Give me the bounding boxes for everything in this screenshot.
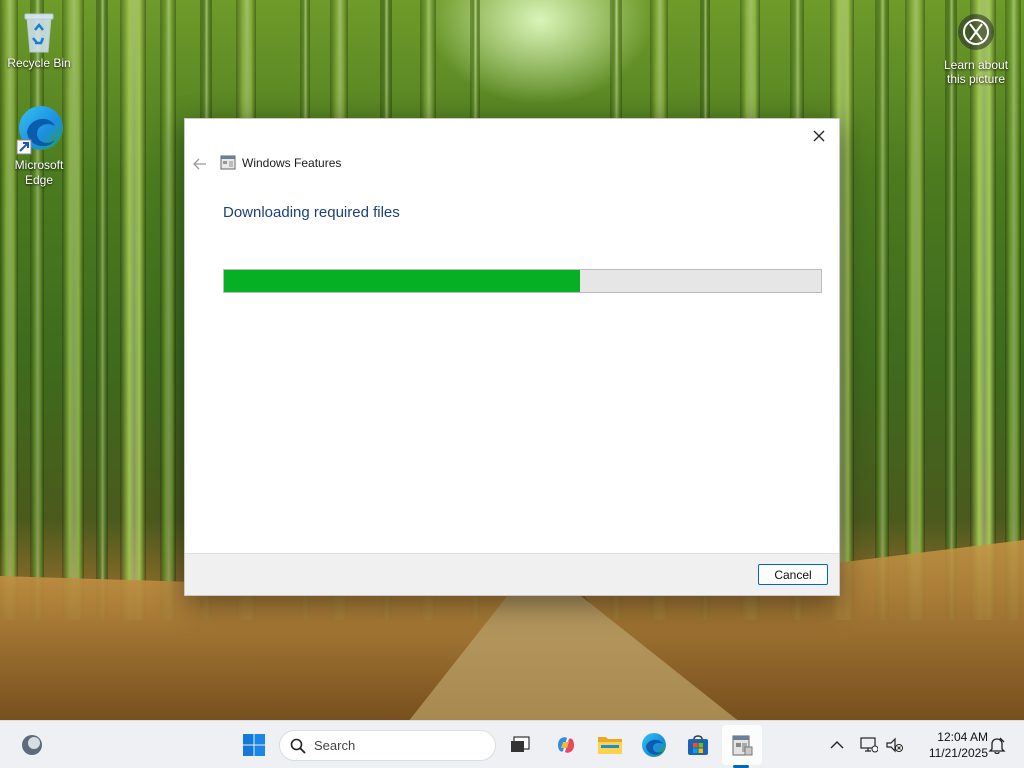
taskbar: Search 12:04 AM 11/21/2025: [0, 720, 1024, 768]
taskbar-clock[interactable]: 12:04 AM 11/21/2025: [912, 729, 988, 761]
copilot-icon: [558, 737, 574, 753]
bamboo-stalk: [970, 0, 996, 620]
edge-icon: [16, 106, 63, 155]
file-explorer-button[interactable]: [594, 721, 626, 768]
desktop-icon-label: Recycle Bin: [7, 56, 71, 70]
windows-features-icon: [220, 155, 236, 170]
dialog-footer: Cancel: [185, 553, 839, 595]
bamboo-stalk: [1005, 0, 1021, 620]
windows-features-dialog: Windows Features Downloading required fi…: [184, 118, 840, 596]
copilot-button[interactable]: [550, 721, 582, 768]
chevron-up-icon: [830, 741, 844, 749]
volume-button[interactable]: [884, 721, 906, 768]
widgets-icon: [22, 735, 42, 755]
edge-taskbar-button[interactable]: [638, 721, 670, 768]
learn-about-picture-label: Learn about this picture: [943, 58, 1009, 86]
search-icon: [290, 738, 306, 754]
recycle-bin-icon: [24, 13, 54, 53]
back-arrow-icon: [193, 158, 206, 170]
store-icon: [688, 735, 708, 755]
widgets-button[interactable]: [14, 721, 50, 768]
network-icon: [860, 737, 878, 753]
bamboo-stalk: [945, 0, 957, 620]
dialog-title: Windows Features: [242, 156, 342, 170]
dialog-heading: Downloading required files: [223, 204, 400, 221]
windows-features-taskbar-button[interactable]: [724, 721, 760, 768]
task-view-button[interactable]: [505, 721, 535, 768]
bamboo-stalk: [96, 0, 108, 620]
bamboo-stalk: [30, 0, 44, 620]
search-placeholder: Search: [314, 738, 356, 753]
start-button[interactable]: [234, 721, 274, 768]
windows-features-icon: [732, 735, 753, 756]
back-button[interactable]: [191, 155, 209, 173]
bamboo-stalk: [120, 0, 146, 620]
network-button[interactable]: [858, 721, 880, 768]
file-explorer-icon: [598, 737, 622, 754]
close-icon: [813, 130, 825, 142]
edge-icon: [642, 733, 666, 757]
clock-time: 12:04 AM: [937, 730, 988, 744]
clock-date: 11/21/2025: [928, 746, 988, 760]
notifications-button[interactable]: [986, 721, 1008, 768]
cancel-button[interactable]: Cancel: [758, 564, 828, 585]
desktop-icon-label: Microsoft Edge: [14, 158, 64, 187]
learn-about-picture[interactable]: Learn about this picture: [936, 12, 1016, 86]
notification-icon: [988, 737, 1006, 754]
taskbar-search-box[interactable]: Search: [279, 730, 496, 761]
bamboo-stalk: [875, 0, 889, 620]
desktop-icon-recycle-bin[interactable]: Recycle Bin: [1, 10, 77, 71]
show-hidden-icons-button[interactable]: [826, 721, 848, 768]
bamboo-stalk: [0, 0, 18, 620]
close-button[interactable]: [803, 123, 835, 149]
store-button[interactable]: [682, 721, 714, 768]
start-icon: [243, 734, 265, 756]
bamboo-stalk: [160, 0, 176, 620]
progress-fill: [224, 270, 581, 292]
camera-info-icon: [958, 14, 994, 50]
bamboo-stalk: [905, 0, 925, 620]
bamboo-stalk: [62, 0, 84, 620]
download-progress-bar: [223, 269, 822, 293]
task-view-icon: [511, 736, 530, 752]
volume-muted-icon: [886, 737, 903, 753]
desktop-icon-edge[interactable]: Microsoft Edge: [1, 104, 77, 188]
